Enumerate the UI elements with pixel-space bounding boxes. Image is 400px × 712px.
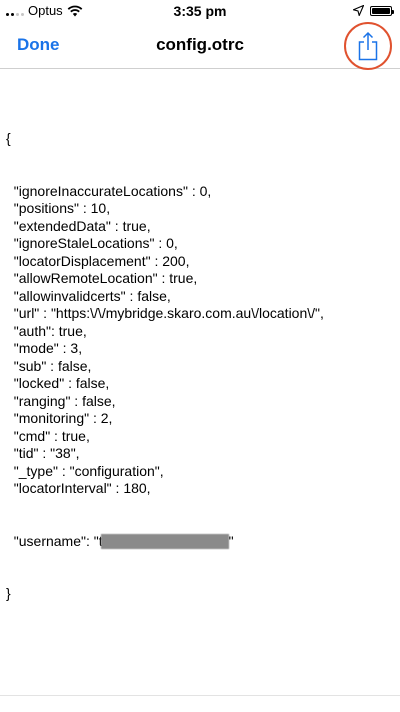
config-line: "_type" : "configuration", — [6, 462, 164, 479]
username-suffix: " — [228, 532, 234, 549]
config-line: "auth": true, — [6, 322, 87, 339]
file-content: { "ignoreInaccurateLocations" : 0, "posi… — [6, 95, 324, 620]
config-line: "allowinvalidcerts" : false, — [6, 287, 171, 304]
config-line: "allowRemoteLocation" : true, — [6, 270, 198, 286]
config-line-username: "username": "t " — [6, 533, 324, 551]
share-button[interactable] — [344, 22, 392, 70]
config-line: "positions" : 10, — [6, 200, 111, 216]
navigation-bar: Done config.otrc — [0, 22, 400, 70]
config-line: "extendedData" : true, — [6, 217, 151, 234]
bottom-bar — [0, 695, 400, 712]
close-brace: } — [6, 585, 11, 601]
config-line: "mode" : 3, — [6, 340, 83, 356]
config-line: "ignoreInaccurateLocations" : 0, — [6, 182, 212, 199]
config-line: "tid" : "38", — [6, 445, 80, 461]
location-arrow-icon — [353, 5, 364, 16]
config-line: "cmd" : true, — [6, 427, 90, 444]
config-line: "locatorDisplacement" : 200, — [6, 252, 190, 269]
config-lines: "ignoreInaccurateLocations" : 0, "positi… — [6, 183, 324, 498]
open-brace: { — [6, 130, 11, 146]
battery-fill — [372, 7, 390, 14]
status-bar: Optus 3:35 pm — [0, 0, 400, 22]
battery-icon — [370, 5, 394, 16]
share-icon — [358, 31, 378, 61]
config-line: "sub" : false, — [6, 357, 92, 374]
username-prefix: "username": "t — [13, 532, 103, 549]
config-line: "locatorInterval" : 180, — [6, 480, 151, 496]
page-title: config.otrc — [156, 35, 244, 54]
config-line: "monitoring" : 2, — [6, 410, 113, 426]
redacted-username — [100, 533, 229, 549]
status-right — [353, 5, 394, 16]
config-line: "ignoreStaleLocations" : 0, — [6, 235, 178, 251]
status-time: 3:35 pm — [173, 3, 227, 19]
config-line: "ranging" : false, — [6, 392, 116, 409]
config-line: "locked" : false, — [6, 375, 110, 391]
config-line: "url" : "https:\/\/mybridge.skaro.com.au… — [6, 305, 324, 321]
